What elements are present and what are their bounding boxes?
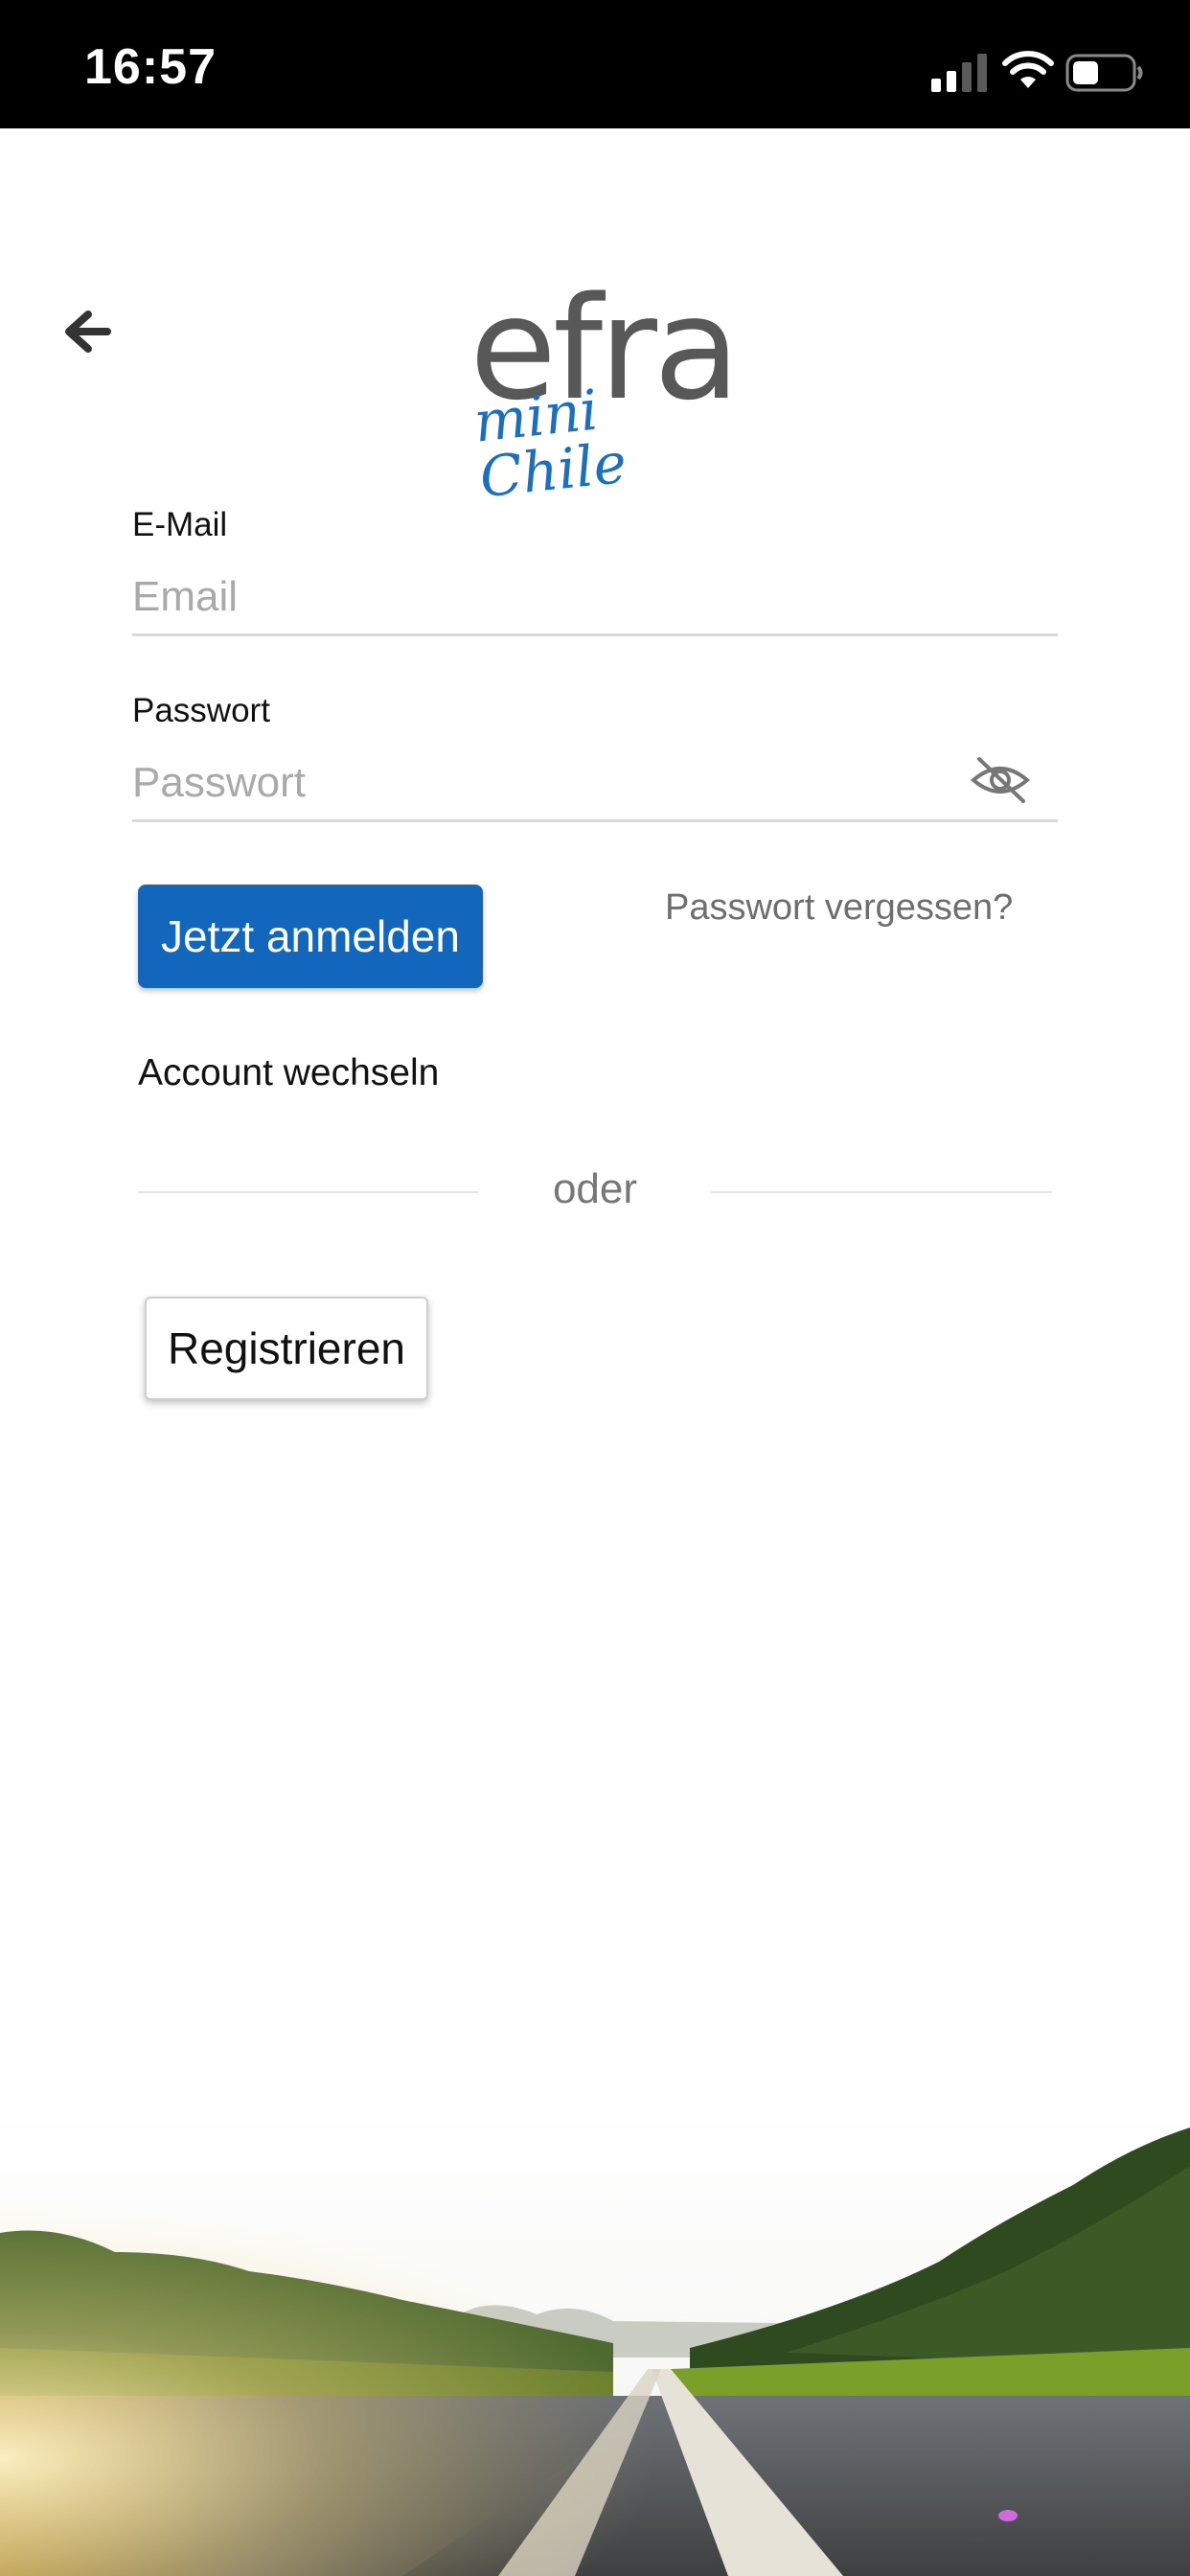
register-button[interactable]: Registrieren [145, 1297, 428, 1400]
password-field[interactable] [132, 746, 1058, 822]
status-bar: 16:57 [0, 0, 1190, 128]
login-button[interactable]: Jetzt anmelden [138, 885, 483, 988]
brand-logo: efra mini Chile [460, 278, 741, 510]
email-label: E-Mail [132, 506, 228, 543]
forgot-password-link[interactable]: Passwort vergessen? [665, 887, 1013, 929]
divider-right [711, 1191, 1052, 1193]
arrow-left-icon[interactable] [59, 305, 113, 358]
road-landscape-image [0, 2108, 1190, 2576]
battery-icon [1065, 54, 1143, 92]
status-time: 16:57 [84, 39, 217, 95]
switch-account-link[interactable]: Account wechseln [138, 1052, 439, 1094]
password-label: Passwort [132, 692, 270, 729]
logo-subtitle: mini Chile [470, 377, 629, 511]
divider-text: oder [552, 1165, 638, 1212]
divider-left [138, 1191, 479, 1193]
wifi-icon [1002, 51, 1054, 88]
email-field[interactable] [132, 560, 1058, 636]
eye-off-icon[interactable] [970, 753, 1031, 807]
cellular-signal-icon [931, 54, 987, 92]
